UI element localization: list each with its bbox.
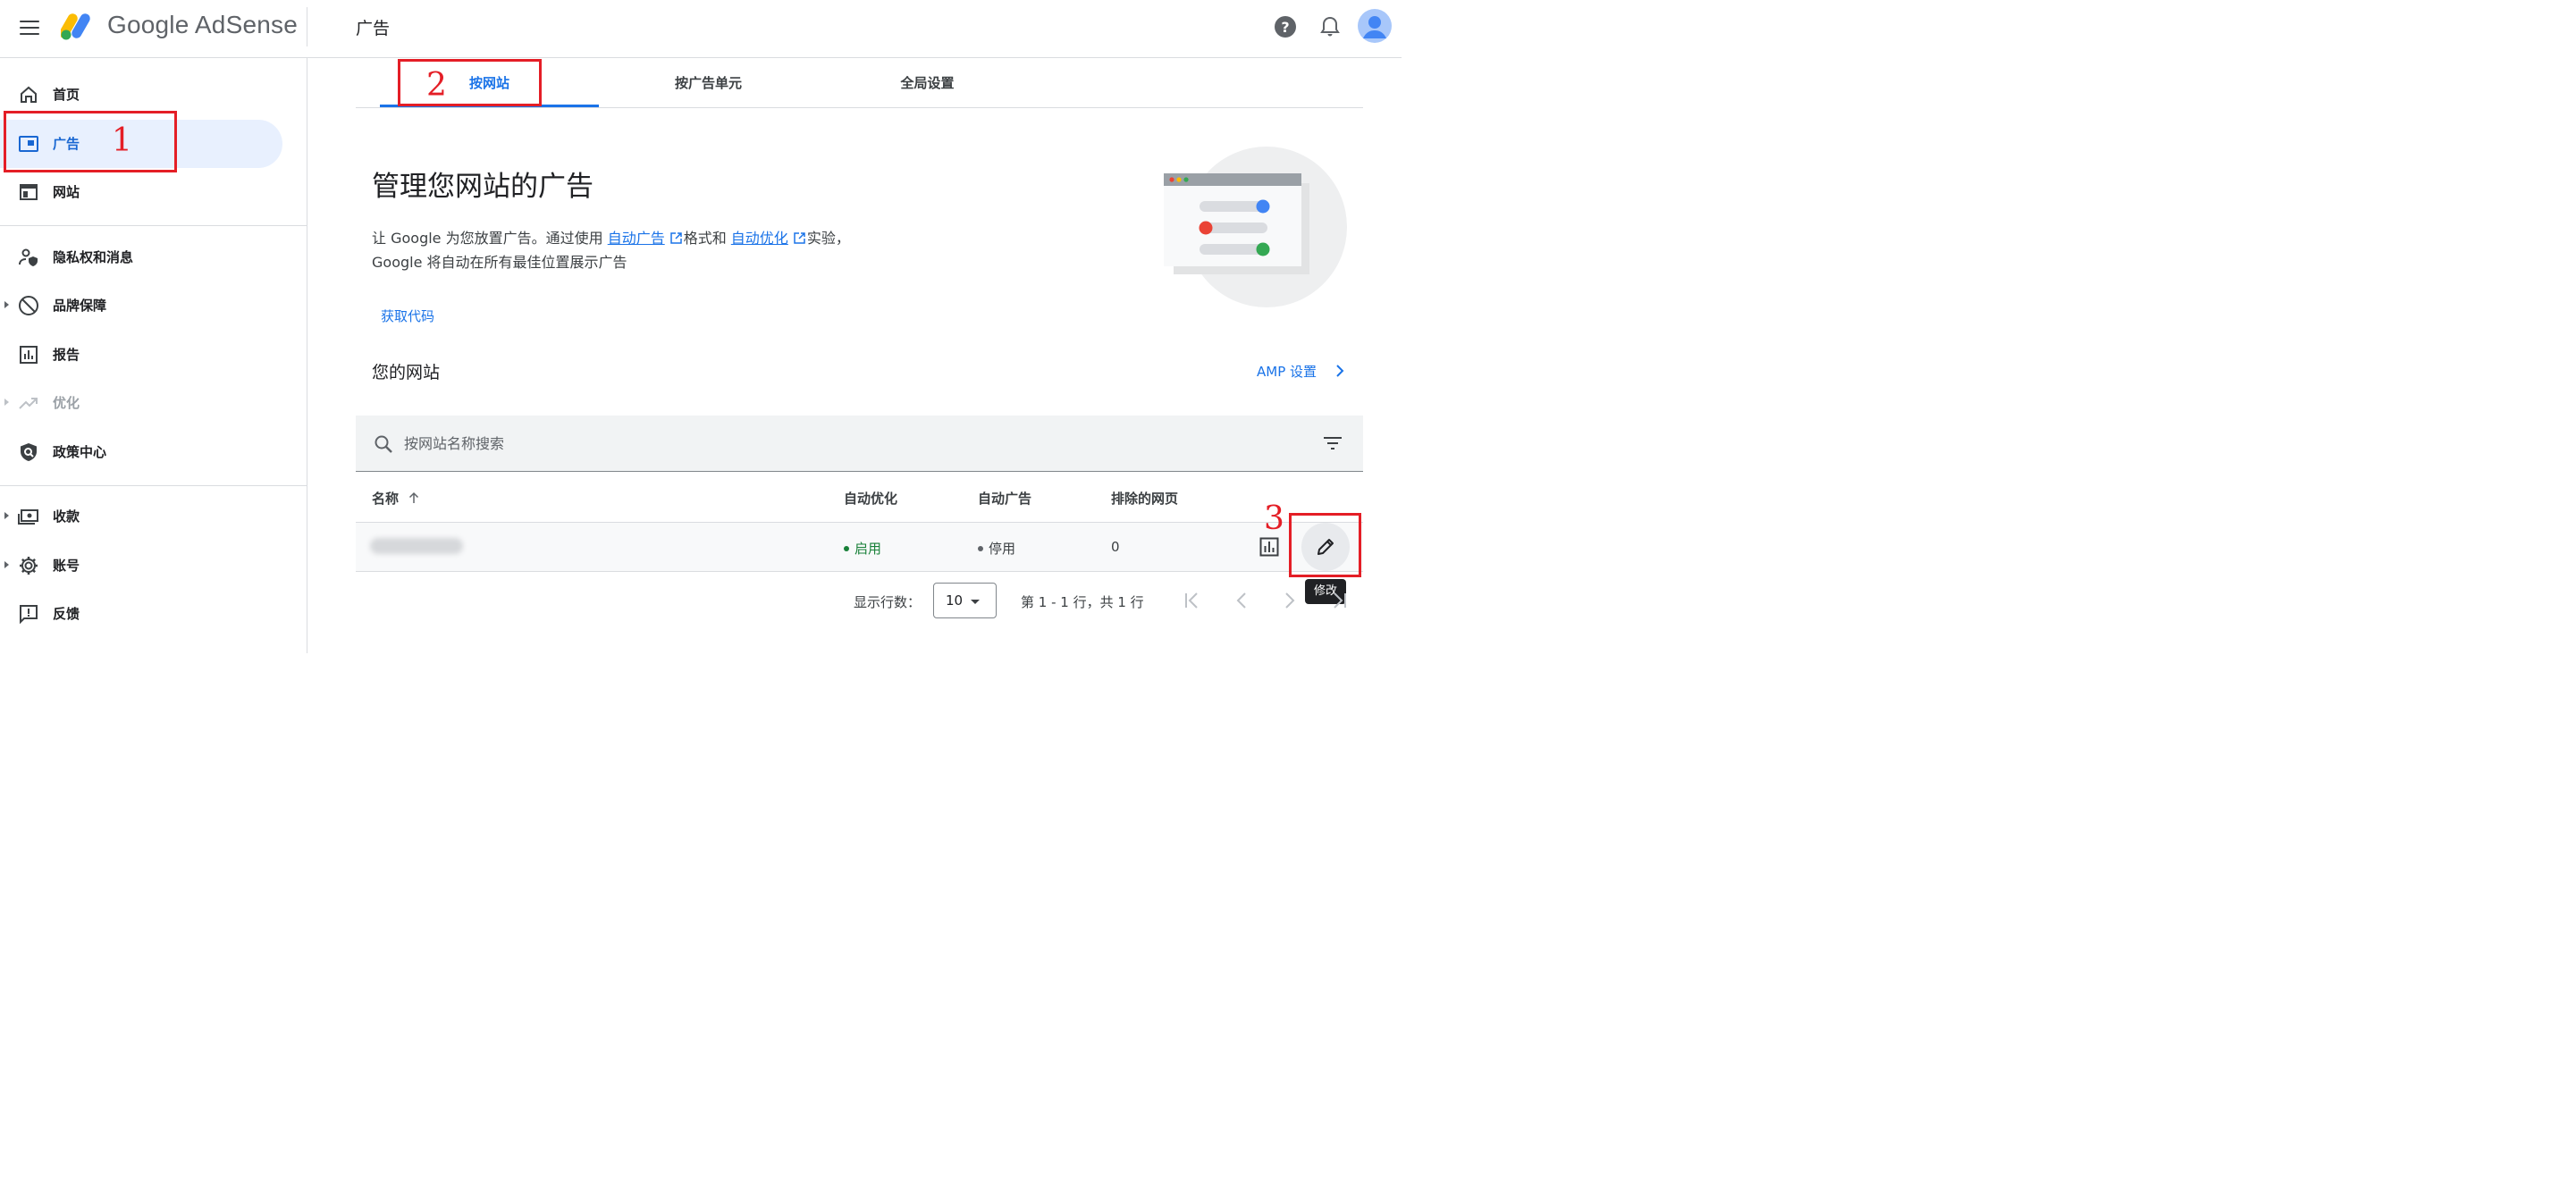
search-input[interactable]	[404, 430, 1208, 457]
dropdown-arrow-icon	[971, 600, 980, 604]
expand-caret-icon	[4, 301, 9, 308]
amp-settings-label: AMP 设置	[1257, 364, 1317, 380]
description-text: 格式和	[683, 230, 731, 247]
sidebar-item-sites[interactable]: 网站	[0, 168, 282, 216]
sidebar-item-label: 品牌保障	[53, 298, 107, 314]
first-page-icon[interactable]	[1180, 588, 1205, 613]
column-header-label: 名称	[372, 491, 400, 507]
tab-by-ad-unit[interactable]: 按广告单元	[599, 59, 818, 107]
status-dot-icon	[978, 546, 983, 551]
gear-icon	[20, 557, 38, 575]
annotation-number-1: 1	[112, 122, 132, 159]
expand-caret-icon	[4, 399, 9, 406]
sort-ascending-icon	[409, 491, 419, 503]
block-icon	[19, 296, 38, 315]
sidebar-item-feedback[interactable]: 反馈	[0, 590, 282, 638]
sidebar-item-reports[interactable]: 报告	[0, 331, 282, 379]
annotation-box-1	[4, 111, 177, 172]
column-header-name[interactable]: 名称	[372, 489, 419, 508]
auto-ads-value: 停用	[989, 541, 1016, 557]
brand-name: Google AdSense	[107, 11, 298, 38]
sidebar-item-label: 网站	[53, 184, 80, 200]
next-page-icon[interactable]	[1277, 588, 1302, 613]
pagination-range: 第 1 - 1 行，共 1 行	[1021, 594, 1144, 610]
auto-optimize-link[interactable]: 自动优化	[731, 230, 788, 247]
sidebar-item-account[interactable]: 账号	[0, 542, 282, 590]
sidebar-item-label: 隐私权和消息	[53, 249, 134, 265]
site-name-redacted	[370, 538, 463, 554]
last-page-icon[interactable]	[1326, 588, 1351, 613]
policy-shield-icon	[21, 443, 37, 461]
auto-optimize-status: 启用	[844, 539, 881, 558]
top-app-bar: Google AdSense 广告 ?	[0, 0, 1402, 58]
sidebar-item-optimization[interactable]: 优化	[0, 379, 282, 427]
auto-optimize-value: 启用	[854, 541, 882, 557]
chevron-right-icon	[1336, 365, 1344, 377]
rows-per-page-label: 显示行数：	[854, 594, 922, 610]
sidebar-item-label: 政策中心	[53, 444, 107, 460]
external-link-icon	[794, 232, 805, 244]
sidebar-item-label: 报告	[53, 347, 80, 363]
sidebar-item-privacy[interactable]: 隐私权和消息	[0, 233, 282, 281]
sidebar-divider	[0, 225, 307, 226]
auto-ads-link[interactable]: 自动广告	[608, 230, 665, 247]
get-code-button[interactable]: 获取代码	[381, 307, 434, 325]
sites-icon	[20, 184, 38, 200]
description-text: 实验，	[806, 230, 850, 247]
hero-illustration	[1164, 147, 1347, 307]
sidebar-item-label: 账号	[53, 558, 80, 574]
help-icon[interactable]: ?	[1273, 14, 1298, 39]
privacy-messages-icon	[19, 248, 38, 266]
sidebar-divider	[0, 485, 307, 486]
search-icon	[375, 435, 392, 453]
report-chart-icon[interactable]	[1259, 537, 1279, 557]
sidebar-item-label: 收款	[53, 508, 80, 525]
page-title: 广告	[356, 19, 391, 38]
svg-text:?: ?	[1281, 19, 1289, 36]
home-icon	[21, 86, 37, 103]
annotation-number-2: 2	[426, 67, 447, 104]
column-header-auto-ads: 自动广告	[978, 491, 1032, 507]
rows-per-page-select[interactable]: 10	[933, 583, 997, 618]
rows-per-page-value: 10	[946, 592, 964, 609]
site-search-bar	[356, 416, 1363, 472]
annotation-box-3	[1289, 513, 1361, 577]
your-sites-heading: 您的网站	[372, 363, 441, 382]
excluded-pages-value: 0	[1111, 539, 1120, 555]
previous-page-icon[interactable]	[1229, 588, 1254, 613]
expand-caret-icon	[4, 561, 9, 568]
expand-caret-icon	[4, 512, 9, 519]
status-dot-icon	[844, 546, 849, 551]
page-heading: 管理您网站的广告	[372, 171, 593, 203]
menu-icon[interactable]	[18, 16, 41, 39]
sidebar-item-payments[interactable]: 收款	[0, 492, 282, 541]
avatar[interactable]	[1358, 9, 1392, 43]
external-link-icon	[669, 232, 682, 244]
column-header-auto-optimize: 自动优化	[844, 491, 898, 507]
auto-ads-status: 停用	[978, 539, 1015, 558]
sidebar-item-label: 反馈	[53, 606, 80, 622]
adsense-logo	[61, 13, 90, 40]
sidebar-item-label: 优化	[53, 395, 80, 411]
column-header-excluded-pages: 排除的网页	[1111, 491, 1179, 507]
tab-global-settings[interactable]: 全局设置	[818, 59, 1037, 107]
payments-icon	[18, 509, 38, 525]
notifications-icon[interactable]	[1317, 14, 1343, 39]
feedback-icon	[20, 605, 38, 625]
sidebar-item-policy-center[interactable]: 政策中心	[0, 428, 282, 476]
description-text: 让 Google 为您放置广告。通过使用	[372, 230, 608, 247]
trending-up-icon	[19, 398, 38, 409]
reports-icon	[20, 346, 38, 364]
description: 让 Google 为您放置广告。通过使用 自动广告 格式和 自动优化 实验， Goo…	[372, 226, 908, 274]
description-text: Google 将自动在所有最佳位置展示广告	[372, 254, 627, 271]
sidebar-item-brand-safety[interactable]: 品牌保障	[0, 281, 282, 330]
filter-icon[interactable]	[1323, 435, 1343, 451]
annotation-number-3: 3	[1264, 500, 1284, 537]
annotation-box-2	[398, 59, 542, 106]
sidebar-item-label: 首页	[53, 87, 80, 103]
amp-settings-link[interactable]: AMP 设置	[1257, 362, 1344, 381]
